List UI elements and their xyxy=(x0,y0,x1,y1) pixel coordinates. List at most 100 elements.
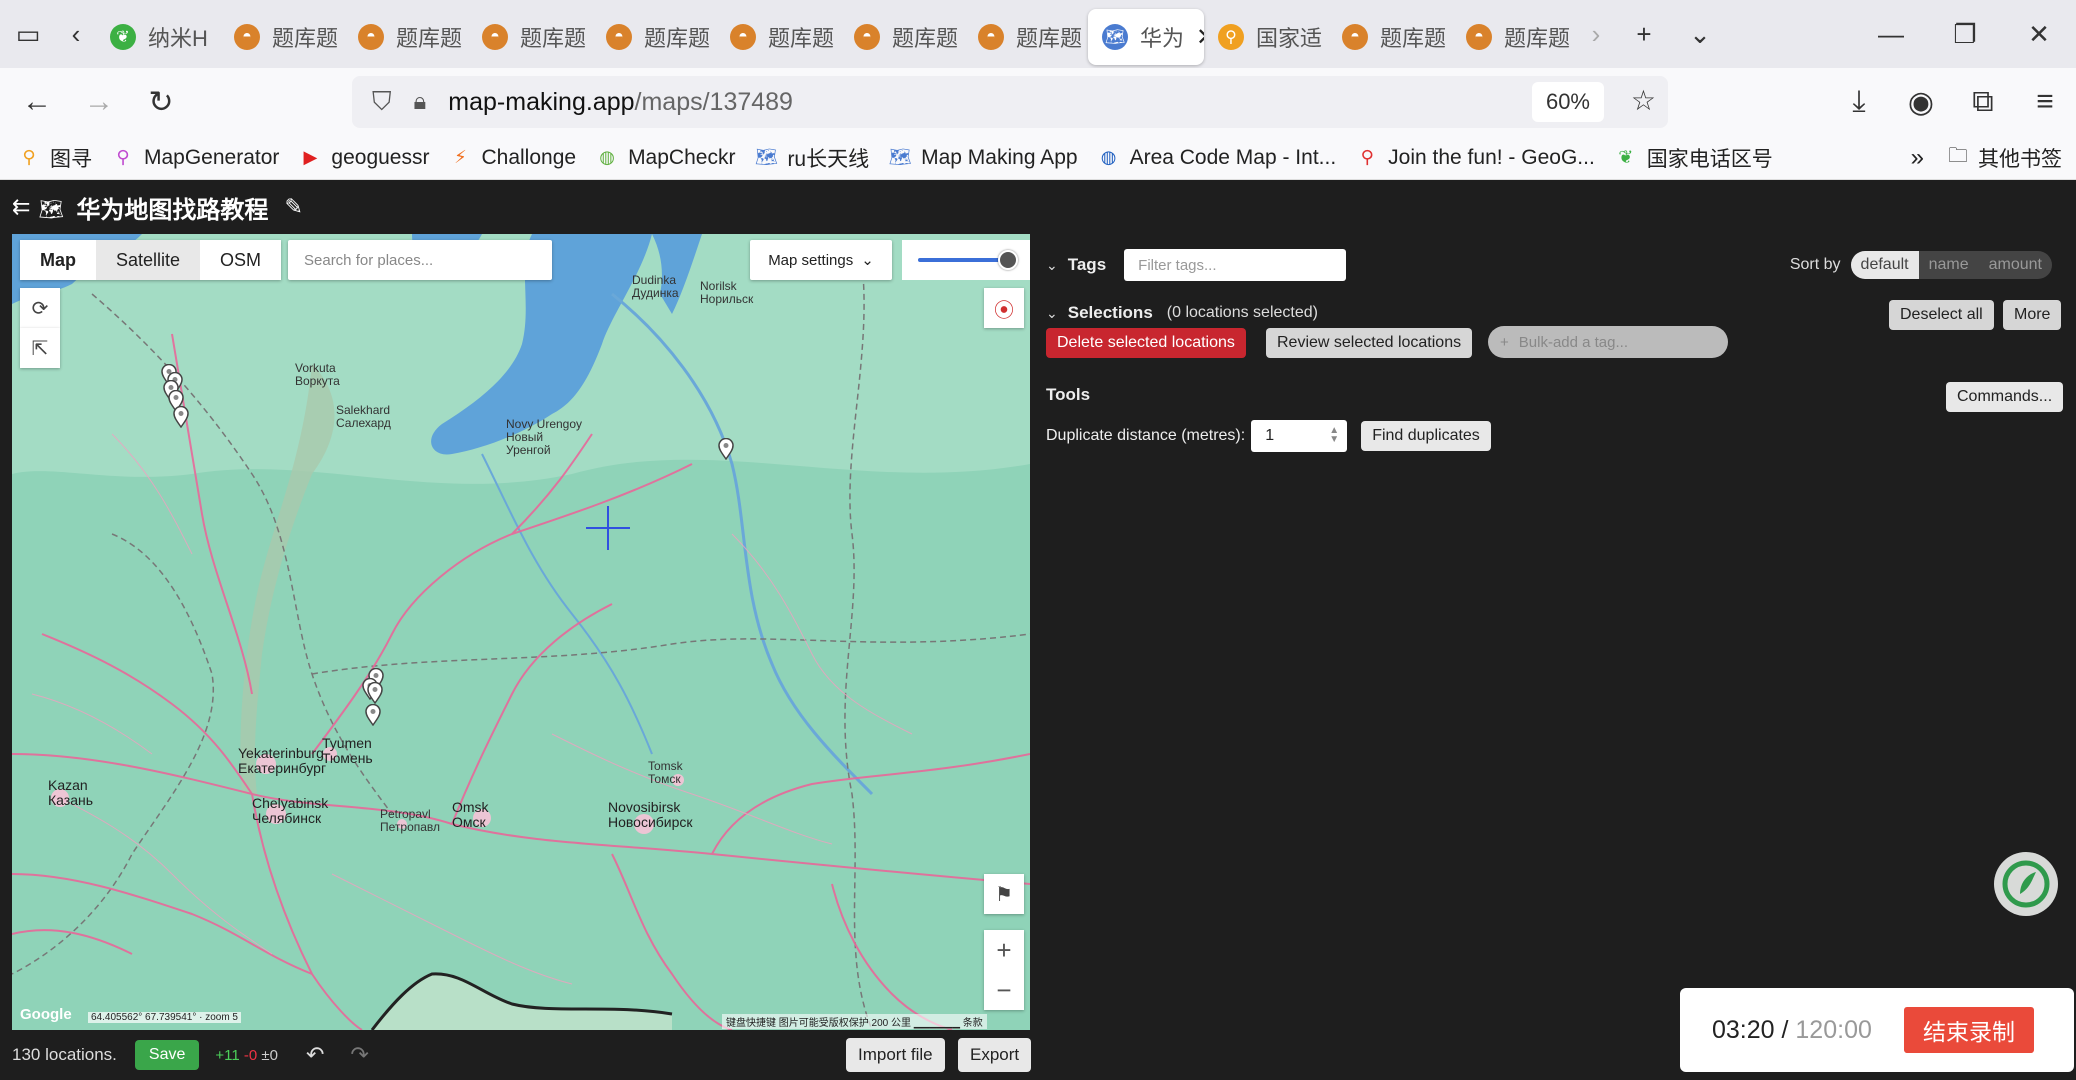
added-count: +11 xyxy=(215,1046,240,1064)
find-duplicates-button[interactable]: Find duplicates xyxy=(1361,421,1491,451)
bookmark-item[interactable]: ◍ MapCheckr xyxy=(596,143,735,173)
tabs-scroll-right-icon[interactable]: › xyxy=(1576,0,1616,68)
commands-button[interactable]: Commands... xyxy=(1946,382,2064,412)
share-map-icon[interactable]: ⇱ xyxy=(20,328,60,368)
url-bar[interactable]: ⛉ 🔒︎ map-making.app/maps/137489 60% ☆ xyxy=(352,76,1668,128)
bookmark-star-icon[interactable]: ☆ xyxy=(1631,84,1656,117)
export-button[interactable]: Export xyxy=(958,1038,1032,1072)
account-icon[interactable]: ◉ xyxy=(1890,68,1952,136)
map-search-input[interactable]: Search for places... xyxy=(288,240,552,280)
browser-tab[interactable]: ❦ 纳米H xyxy=(96,9,220,65)
menu-icon[interactable]: ≡ xyxy=(2014,68,2076,136)
redo-icon[interactable]: ↷ xyxy=(350,1042,368,1068)
bookmark-item[interactable]: 🗺︎ Map Making App xyxy=(888,143,1078,173)
bookmark-item[interactable]: ⚲ 图寻 xyxy=(18,143,92,173)
bulk-add-tag-placeholder: Bulk-add a tag... xyxy=(1518,333,1628,351)
bookmark-item[interactable]: ⚲ Join the fun! - GeoG... xyxy=(1356,143,1595,173)
sort-options: default name amount xyxy=(1850,251,2052,279)
tab-list-dropdown-icon[interactable]: ⌄ xyxy=(1672,0,1728,68)
tab-overview-icon[interactable]: ▭ xyxy=(0,0,56,68)
pin-icon: ⚲ xyxy=(1218,24,1244,50)
map-view[interactable]: Vorkuta Воркута Salekhard Салехард Novy Ur… xyxy=(12,234,1030,1030)
slider-knob[interactable] xyxy=(998,250,1018,270)
browser-tab[interactable]: ◓ 题库题 xyxy=(592,9,716,65)
downloads-icon[interactable]: ⤓ xyxy=(1828,68,1890,136)
shield-icon[interactable]: ⛉ xyxy=(372,86,392,118)
bookmark-item[interactable]: 🗺︎ ru长天线 xyxy=(755,143,869,173)
review-selected-locations-button[interactable]: Review selected locations xyxy=(1266,328,1473,358)
import-file-button[interactable]: Import file xyxy=(846,1038,945,1072)
slider-track[interactable] xyxy=(918,250,1018,270)
location-pin[interactable] xyxy=(367,682,383,704)
map-icon: 🗺︎ xyxy=(888,147,912,167)
elapsed-time: 03:20 xyxy=(1712,1015,1775,1044)
browser-tab[interactable]: ⚲ 国家适 xyxy=(1204,9,1328,65)
save-button[interactable]: Save xyxy=(134,1040,200,1070)
app-header: ⇇ 🗺︎ 华为地图找路教程 ✎ xyxy=(0,180,2076,234)
zoom-out-button[interactable]: − xyxy=(984,970,1024,1010)
browser-tab[interactable]: ◓ 题库题 xyxy=(716,9,840,65)
duplicate-distance-input[interactable]: 1 ▲ ▼ xyxy=(1251,420,1348,452)
chevron-down-icon[interactable]: ⌄ xyxy=(1046,257,1058,274)
map-type-osm[interactable]: OSM xyxy=(200,240,281,280)
lock-icon[interactable]: 🔒︎ xyxy=(414,88,427,116)
browser-tab[interactable]: 🗺︎ 华为 ✕ xyxy=(1088,9,1204,65)
bulk-add-tag-input[interactable]: + Bulk-add a tag... xyxy=(1488,326,1728,358)
filter-tags-input[interactable]: Filter tags... xyxy=(1124,249,1347,281)
spinner-icon[interactable]: ▲ ▼ xyxy=(1329,426,1339,445)
back-to-maps-icon[interactable]: ⇇ xyxy=(12,194,30,220)
undo-icon[interactable]: ↶ xyxy=(306,1042,324,1068)
street-view-flag-icon[interactable]: ⚑ xyxy=(984,874,1024,914)
sort-name[interactable]: name xyxy=(1919,251,1979,279)
map-type-satellite[interactable]: Satellite xyxy=(96,240,201,280)
deselect-all-button[interactable]: Deselect all xyxy=(1889,300,1994,330)
floating-assistant-icon[interactable] xyxy=(1994,852,2058,916)
map-logo-icon: 🗺︎ xyxy=(38,199,64,221)
edit-title-icon[interactable]: ✎ xyxy=(284,194,302,220)
url-text[interactable]: map-making.app/maps/137489 xyxy=(448,88,793,117)
browser-tab[interactable]: ◓ 题库题 xyxy=(1328,9,1452,65)
delete-selected-locations-button[interactable]: Delete selected locations xyxy=(1046,328,1246,358)
tab-list: ❦ 纳米H ◓ 题库题 ◓ 题库题 ◓ 题库题 ◓ 题库题 ◓ 题库题 ◓ 题库题 ◓ 题库题 🗺︎ 华为 ✕ ⚲ 国家… xyxy=(96,3,1576,65)
browser-tab[interactable]: ◓ 题库题 xyxy=(344,9,468,65)
bookmark-item[interactable]: ⚲ MapGenerator xyxy=(112,143,279,173)
location-marker-icon[interactable]: ⦿ xyxy=(984,288,1024,328)
sort-by-label: Sort by xyxy=(1789,256,1841,273)
map-canvas[interactable] xyxy=(12,234,1030,1030)
browser-tab[interactable]: ◓ 题库题 xyxy=(840,9,964,65)
browser-tab[interactable]: ◓ 题库题 xyxy=(220,9,344,65)
bookmark-item[interactable]: ⚡ Challonge xyxy=(449,143,576,173)
layer-opacity-slider[interactable] xyxy=(902,240,1030,280)
map-settings-dropdown[interactable]: Map settings ⌄ xyxy=(750,240,892,280)
location-pin[interactable] xyxy=(718,438,734,460)
forward-icon[interactable]: → xyxy=(68,68,130,136)
back-icon[interactable]: ← xyxy=(6,68,68,136)
tabs-scroll-left-icon[interactable]: ‹ xyxy=(56,0,96,68)
bookmark-item[interactable]: ▶ geoguessr xyxy=(299,143,429,173)
sort-default[interactable]: default xyxy=(1850,251,1919,279)
location-pin[interactable] xyxy=(173,406,189,428)
chevron-down-icon[interactable]: ⌄ xyxy=(1046,305,1058,322)
map-type-map[interactable]: Map xyxy=(20,240,96,280)
restore-icon[interactable]: ❐ xyxy=(1928,0,2002,68)
rotate-map-icon[interactable]: ⟳ xyxy=(20,288,60,328)
close-window-icon[interactable]: ✕ xyxy=(2002,0,2076,68)
close-tab-icon[interactable]: ✕ xyxy=(1196,23,1204,52)
minimize-icon[interactable]: — xyxy=(1854,0,1928,68)
reload-icon[interactable]: ↻ xyxy=(130,68,192,136)
zoom-level-button[interactable]: 60% xyxy=(1531,82,1604,122)
other-bookmarks-folder[interactable]: 🗀 其他书签 xyxy=(1948,141,2062,175)
browser-tab[interactable]: ◓ 题库题 xyxy=(1452,9,1576,65)
more-bookmarks-icon[interactable]: » xyxy=(1911,144,1924,172)
bookmark-item[interactable]: ❦ 国家电话区号 xyxy=(1615,143,1773,173)
location-pin[interactable] xyxy=(365,704,381,726)
stop-recording-button[interactable]: 结束录制 xyxy=(1904,1007,2034,1053)
zoom-in-button[interactable]: + xyxy=(984,930,1024,970)
browser-tab[interactable]: ◓ 题库题 xyxy=(964,9,1088,65)
bookmark-item[interactable]: ◍ Area Code Map - Int... xyxy=(1098,143,1336,173)
more-button[interactable]: More xyxy=(2003,300,2062,330)
sort-amount[interactable]: amount xyxy=(1979,251,2052,279)
extensions-icon[interactable]: ⧉ xyxy=(1952,68,2014,136)
new-tab-icon[interactable]: + xyxy=(1616,0,1672,68)
browser-tab[interactable]: ◓ 题库题 xyxy=(468,9,592,65)
